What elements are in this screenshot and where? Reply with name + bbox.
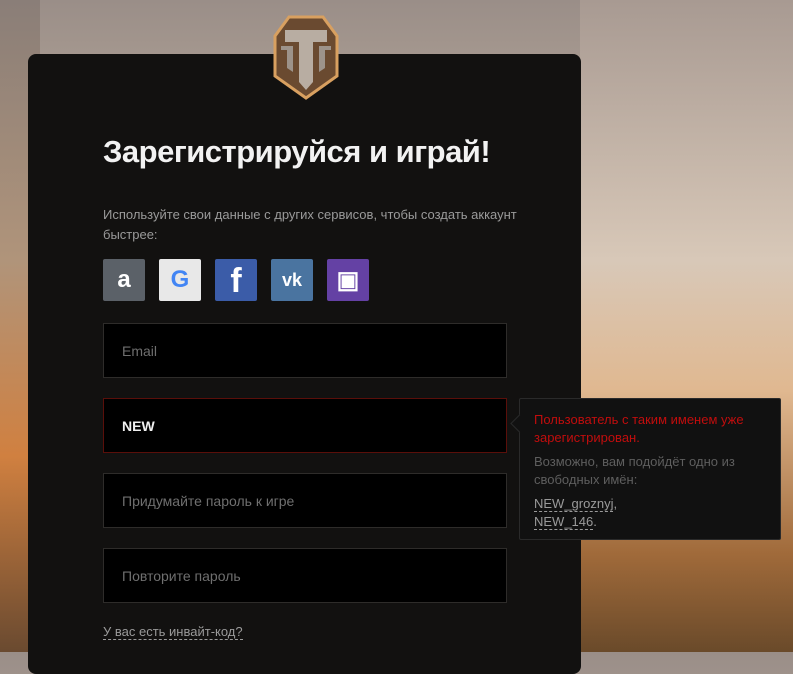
twitch-login-button[interactable]: ▣ [327, 259, 369, 301]
repeat-password-field[interactable]: Повторите пароль [103, 548, 507, 603]
facebook-login-button[interactable]: f [215, 259, 257, 301]
google-icon: G [170, 266, 190, 293]
error-message: Пользователь с таким именем уже зарегист… [534, 412, 744, 445]
amazon-icon: a [117, 266, 131, 293]
amazon-login-button[interactable]: a [103, 259, 145, 301]
suggested-name[interactable]: NEW_groznyj [534, 496, 614, 512]
suggestion-hint: Возможно, вам подойдёт одно из свободных… [534, 454, 735, 487]
email-field[interactable]: Email [103, 323, 507, 378]
page-title: Зарегистрируйся и играй! [103, 134, 491, 169]
suggested-name[interactable]: NEW_146 [534, 514, 594, 530]
google-login-button[interactable]: G [159, 259, 201, 301]
vk-login-button[interactable]: vk [271, 259, 313, 301]
invite-code-link[interactable]: У вас есть инвайт-код? [103, 624, 243, 640]
social-hint: Используйте свои данные с других сервисо… [103, 207, 517, 242]
twitch-icon: ▣ [336, 266, 360, 294]
nickname-field[interactable]: NEW [103, 398, 507, 453]
facebook-icon: f [230, 262, 242, 300]
vk-icon: vk [281, 269, 303, 290]
wot-logo-icon [273, 15, 339, 100]
password-field[interactable]: Придумайте пароль к игре [103, 473, 507, 528]
social-login-row: a G f vk ▣ [103, 259, 369, 301]
nickname-error-tooltip: Пользователь с таким именем уже зарегист… [519, 398, 781, 540]
background-art [580, 0, 793, 652]
